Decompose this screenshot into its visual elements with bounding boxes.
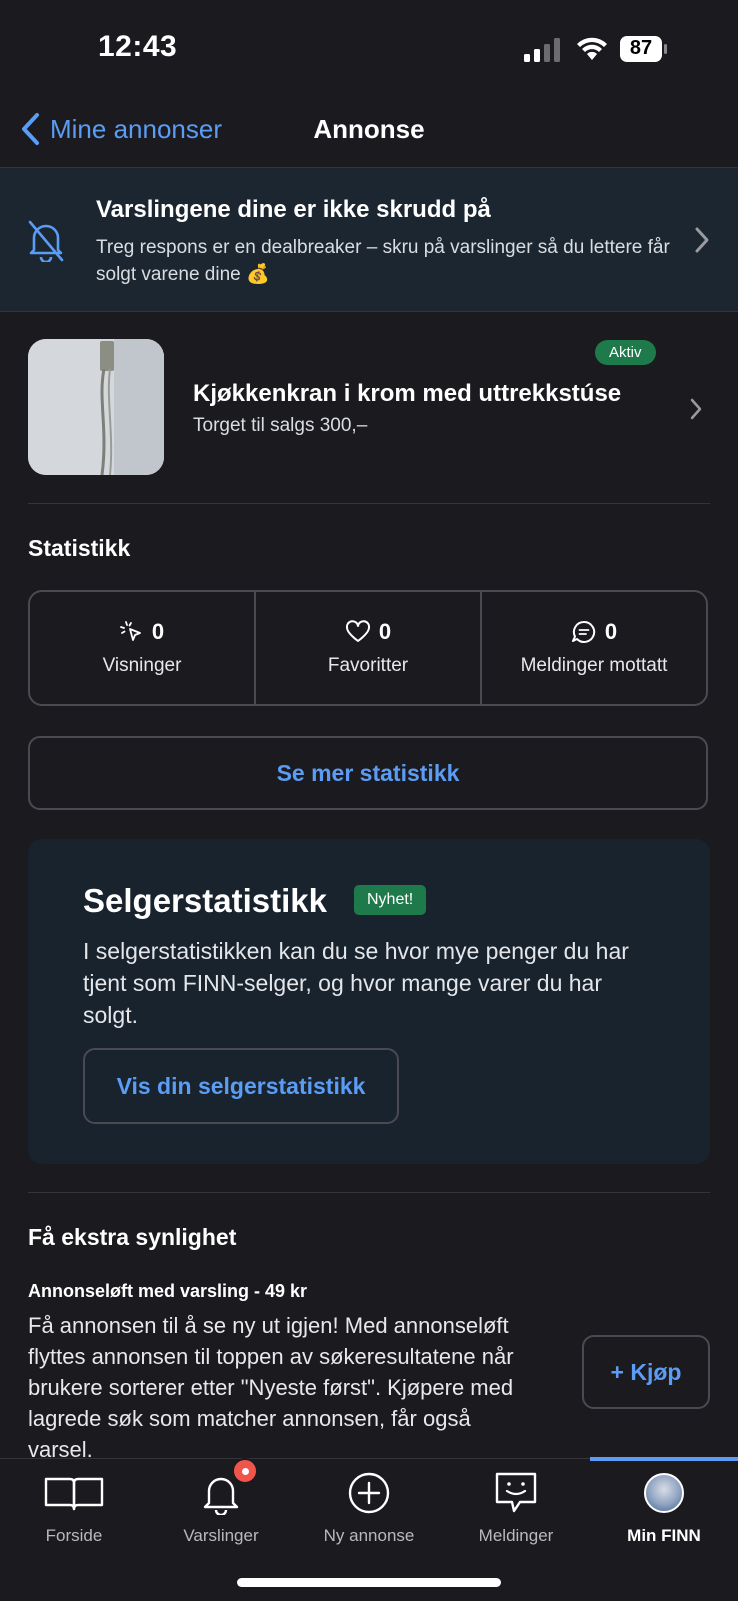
- chevron-right-icon: [695, 227, 709, 253]
- stat-views-label: Visninger: [102, 655, 182, 676]
- listing-thumbnail: [28, 339, 164, 475]
- status-time: 12:43: [98, 30, 178, 63]
- plus-circle-icon: [348, 1472, 390, 1514]
- stat-favorites: 0 Favoritter: [254, 592, 480, 704]
- faucet-image: [28, 339, 164, 475]
- statistics-box: 0 Visninger 0 Favoritter 0 Meldinger mot…: [28, 590, 708, 706]
- message-icon: [495, 1472, 537, 1513]
- chevron-left-icon: [22, 113, 39, 145]
- stat-favorites-label: Favoritter: [327, 655, 409, 676]
- battery-level: 87: [629, 37, 653, 59]
- seller-statistics-text: I selgerstatistikken kan du se hvor mye …: [83, 938, 629, 1028]
- chat-bubble-icon: [571, 620, 596, 643]
- stat-messages-label: Meldinger mottatt: [520, 655, 668, 676]
- wifi-icon: [577, 37, 607, 60]
- tab-label: Min FINN: [627, 1526, 701, 1545]
- heart-icon: [345, 620, 370, 642]
- section-divider: [28, 1192, 710, 1193]
- tab-label: Varslinger: [183, 1526, 259, 1545]
- notification-dot: [232, 1458, 258, 1484]
- stat-messages: 0 Meldinger mottatt: [480, 592, 706, 704]
- cursor-click-icon: [119, 621, 141, 641]
- tab-label: Meldinger: [478, 1526, 554, 1545]
- tab-label: Forside: [45, 1526, 103, 1545]
- listing-divider: [28, 503, 710, 504]
- battery-icon: 87: [620, 36, 668, 62]
- statistics-heading: Statistikk: [28, 535, 131, 561]
- bell-off-icon: [28, 220, 64, 262]
- listing-subtitle: Torget til salgs 300,–: [193, 415, 368, 436]
- product-title: Annonseløft med varsling - 49 kr: [28, 1281, 308, 1301]
- cellular-signal-icon: [524, 38, 560, 62]
- view-seller-statistics-button[interactable]: Vis din selgerstatistikk: [83, 1048, 399, 1124]
- banner-title: Varslingene dine er ikke skrudd på: [96, 196, 491, 223]
- stat-views: 0 Visninger: [30, 592, 254, 704]
- banner-text: Treg respons er en dealbreaker – skru på…: [96, 237, 670, 285]
- book-icon: [44, 1477, 104, 1511]
- active-tab-indicator: [590, 1457, 738, 1461]
- new-badge: Nyhet!: [354, 885, 427, 915]
- tab-min-finn[interactable]: Min FINN: [590, 1466, 738, 1546]
- back-label: Mine annonser: [50, 113, 222, 144]
- avatar: [644, 1473, 684, 1513]
- listing-title: Kjøkkenkran i krom med uttrekkstúse: [193, 380, 622, 407]
- tab-varslinger[interactable]: Varslinger: [147, 1466, 295, 1546]
- extra-visibility-heading: Få ekstra synlighet: [28, 1224, 237, 1250]
- stat-views-value: 0: [151, 619, 165, 644]
- buy-button[interactable]: + Kjøp: [582, 1335, 710, 1409]
- tab-ny-annonse[interactable]: Ny annonse: [295, 1466, 443, 1546]
- tab-label: Ny annonse: [323, 1526, 415, 1545]
- home-indicator: [237, 1578, 501, 1587]
- chevron-right-icon: [690, 398, 702, 420]
- tab-forside[interactable]: Forside: [0, 1466, 148, 1546]
- status-badge: Aktiv: [595, 340, 656, 365]
- more-statistics-button[interactable]: Se mer statistikk: [28, 736, 708, 810]
- product-description: Få annonsen til å se ny ut igjen! Med an…: [28, 1313, 514, 1462]
- seller-statistics-title: Selgerstatistikk: [83, 882, 327, 919]
- stat-favorites-value: 0: [378, 619, 392, 644]
- tab-meldinger[interactable]: Meldinger: [442, 1466, 590, 1546]
- back-button[interactable]: Mine annonser: [20, 112, 222, 146]
- stat-messages-value: 0: [604, 619, 618, 644]
